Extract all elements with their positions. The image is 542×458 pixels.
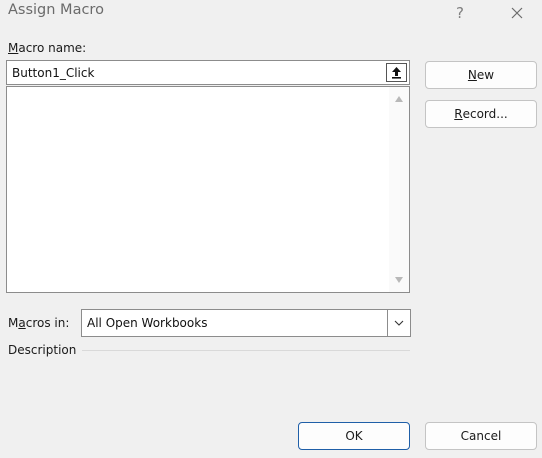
ok-button[interactable]: OK [298,422,410,450]
help-button[interactable]: ? [448,0,472,26]
macro-list[interactable] [6,86,410,293]
macro-name-field [6,60,410,85]
record-button[interactable]: Record... [425,100,537,128]
macro-name-input[interactable] [7,61,381,84]
help-icon: ? [456,4,464,22]
close-button[interactable] [502,0,532,26]
description-divider [82,350,410,351]
title-bar: Assign Macro ? [0,0,542,28]
scroll-up-button[interactable] [389,89,409,109]
macro-name-label: Macro name: [8,41,87,55]
triangle-down-icon [395,277,403,283]
collapse-dialog-button[interactable] [386,63,407,82]
close-icon [511,7,523,19]
macros-in-label: Macros in: [8,316,70,330]
cancel-button[interactable]: Cancel [425,422,537,450]
description-label: Description [8,343,77,357]
assign-macro-dialog: Assign Macro ? Macro name: Button1_Click… [0,0,542,458]
upload-icon [392,67,401,79]
macro-list-scrollbar[interactable] [389,87,409,292]
new-button[interactable]: New [425,61,537,89]
macros-in-dropdown[interactable]: All Open Workbooks [81,309,411,337]
dropdown-arrow-button[interactable] [387,310,410,336]
macros-in-selected-value: All Open Workbooks [87,316,208,330]
dialog-title: Assign Macro [8,2,104,18]
chevron-down-icon [394,320,404,326]
scroll-down-button[interactable] [389,270,409,290]
triangle-up-icon [395,96,403,102]
